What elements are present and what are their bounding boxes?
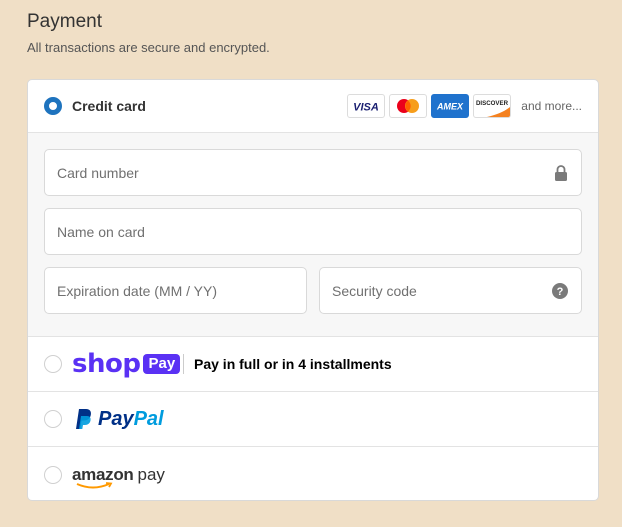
discover-icon: DISCOVER xyxy=(473,94,512,118)
svg-text:DISCOVER: DISCOVER xyxy=(476,100,509,107)
card-form: Card number Name on card Expiration date… xyxy=(28,133,598,337)
payment-option-credit-card[interactable]: Credit card VISA AMEX DISCOVER and more.… xyxy=(28,80,598,133)
help-icon[interactable]: ? xyxy=(552,282,568,299)
lock-icon xyxy=(554,164,568,181)
paypal-radio[interactable] xyxy=(44,410,62,428)
payment-methods-panel: Credit card VISA AMEX DISCOVER and more.… xyxy=(27,79,599,501)
expiration-date-placeholder: Expiration date (MM / YY) xyxy=(57,282,218,299)
shop-pay-tagline: Pay in full or in 4 installments xyxy=(194,356,392,372)
payment-option-paypal[interactable]: PayPal xyxy=(28,392,598,447)
amazon-pay-radio[interactable] xyxy=(44,465,62,484)
paypal-text-pay: Pay xyxy=(98,408,134,430)
name-on-card-field[interactable]: Name on card xyxy=(44,208,582,255)
credit-card-radio[interactable] xyxy=(44,97,62,115)
card-number-field[interactable]: Card number xyxy=(44,149,582,196)
amazon-smile-icon xyxy=(76,481,113,488)
paypal-logo: PayPal xyxy=(72,408,164,430)
security-code-placeholder: Security code xyxy=(332,282,417,299)
card-number-placeholder: Card number xyxy=(57,164,139,181)
shop-pay-divider xyxy=(183,354,184,374)
credit-card-label: Credit card xyxy=(72,98,146,114)
amazon-pay-logo: amazon pay xyxy=(72,464,165,488)
shop-pay-logo: shop Pay xyxy=(72,349,181,379)
svg-text:?: ? xyxy=(557,286,564,298)
svg-text:VISA: VISA xyxy=(353,102,379,113)
security-code-field[interactable]: Security code ? xyxy=(319,267,582,314)
name-on-card-placeholder: Name on card xyxy=(57,223,145,240)
amex-icon: AMEX xyxy=(431,94,470,118)
amazon-pay-text: pay xyxy=(137,464,165,484)
and-more-label: and more... xyxy=(521,99,582,113)
paypal-p-icon xyxy=(76,409,91,429)
paypal-text-pal: Pal xyxy=(133,408,164,430)
visa-icon: VISA xyxy=(347,94,386,118)
page-title: Payment xyxy=(27,11,102,32)
page-subtitle: All transactions are secure and encrypte… xyxy=(27,40,270,55)
expiration-date-field[interactable]: Expiration date (MM / YY) xyxy=(44,267,307,314)
shop-pay-radio[interactable] xyxy=(44,355,62,373)
payment-option-shop-pay[interactable]: shop Pay Pay in full or in 4 installment… xyxy=(28,337,598,392)
svg-text:AMEX: AMEX xyxy=(436,102,464,112)
mastercard-icon xyxy=(389,94,428,118)
shop-pay-shop-text: shop xyxy=(72,349,141,379)
payment-option-amazon-pay[interactable]: amazon pay xyxy=(28,447,598,500)
card-brands: VISA AMEX DISCOVER and more... xyxy=(347,94,582,118)
shop-pay-pay-badge: Pay xyxy=(143,353,181,375)
